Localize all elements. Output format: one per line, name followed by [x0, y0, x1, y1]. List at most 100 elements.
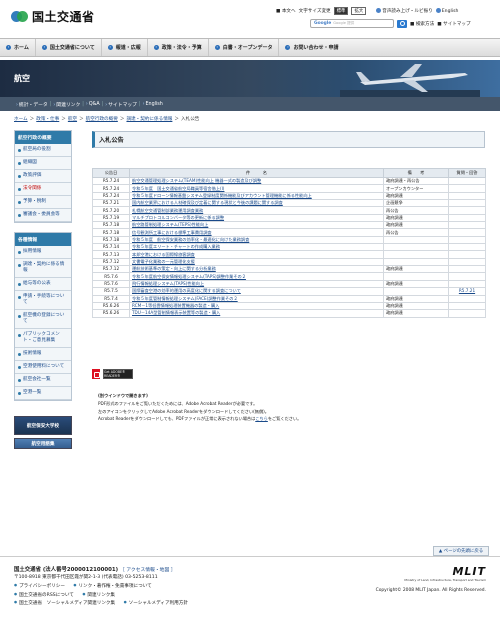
breadcrumb-home[interactable]: ホーム — [14, 116, 28, 122]
sidebar-item-salary[interactable]: 給与等の公表 — [15, 278, 71, 291]
adobe-reader-badge[interactable]: Get ADOBE® READER® — [92, 369, 133, 379]
cell-title-link[interactable]: マルチプロトコルコンバータ等の更新に係る調整 — [132, 215, 224, 220]
footer-link-rss[interactable]: 国土交通省のRSSについて — [14, 591, 74, 600]
breadcrumb-policy[interactable]: 政策・仕事 — [36, 116, 59, 122]
cell-title: RCM－1等低雲情報処理装置機器の製造・購入 — [129, 301, 384, 311]
cell-title-link[interactable]: 文書電子化業務の一元管理化支援 — [132, 259, 195, 264]
footer-link-related[interactable]: 関連リンク集 — [82, 591, 115, 600]
banner-aviation-safety-college[interactable]: 航空保安大学校 — [14, 416, 72, 435]
sidebar-item-recruit[interactable]: 採用情報 — [15, 246, 71, 259]
sidebar-item-org[interactable]: 組織図 — [15, 157, 71, 170]
subnav-qa[interactable]: Q&A — [84, 102, 102, 107]
cell-qa — [448, 243, 486, 252]
subnav-sitemap[interactable]: サイトマップ — [103, 101, 139, 108]
breadcrumb-aviation[interactable]: 航空 — [68, 116, 77, 122]
cell-title-link[interactable]: 令和５年度航空保安情報処理システム(TAPS)調整作業その２ — [132, 274, 246, 279]
sitemap-link[interactable]: ■ サイトマップ — [437, 21, 470, 27]
text-size-large-button[interactable]: 拡大 — [351, 7, 367, 15]
subnav-english[interactable]: English — [141, 102, 165, 107]
note-here-link[interactable]: こちら — [255, 416, 268, 421]
sidebar-item-airport-fees[interactable]: 空港使用料について — [15, 361, 71, 374]
cell-title-link[interactable]: 航空路管制処理システム(TEPS)性能向上 — [132, 223, 208, 228]
skip-to-content-link[interactable]: ■ 本文へ — [276, 8, 296, 14]
search-button[interactable] — [397, 19, 407, 28]
cell-title-link[interactable]: RCM－1等低雲情報処理装置機器の製造・購入 — [132, 303, 219, 308]
search-input[interactable]: Google Google 提供 — [310, 19, 394, 28]
cell-qa — [448, 235, 486, 245]
sidebar-item-tech[interactable]: 技術情報 — [15, 348, 71, 361]
cell-qa — [448, 250, 486, 259]
table-row: R5.7.12 文書電子化業務の一元管理化支援 — [92, 257, 486, 267]
cell-note: 政府調達 — [383, 301, 449, 311]
gnav-contact[interactable]: › お問い合わせ・申請 — [279, 39, 344, 56]
column-header: 質問・回答 — [448, 168, 486, 178]
site-logo[interactable]: 国土交通省 — [11, 8, 95, 25]
arrow-right-icon: › — [6, 45, 11, 50]
sidebar-item-applications[interactable]: 申請・手続等について — [15, 291, 71, 310]
section-title: 航空 — [14, 74, 30, 83]
gnav-home[interactable]: › ホーム — [0, 39, 36, 56]
cell-title-link[interactable]: 国内航空業界における人材確保及び定着に関する現状と今後の課題に関する調査 — [132, 201, 283, 206]
breadcrumb-overview[interactable]: 航空行政の概要 — [86, 116, 118, 122]
gnav-whitepaper[interactable]: › 白書・オープンデータ — [209, 39, 280, 56]
cell-title-link[interactable]: 信号観測所工事における標準工事費用調査 — [132, 230, 212, 235]
cell-title-link[interactable]: 航空交通管理処理システム(TEAM)性能向上 機器一式の製造及び調整 — [132, 179, 261, 184]
cell-title-link[interactable]: 令和５年度管制情報処理システム(FACE)調整作業その２ — [132, 296, 238, 301]
sidebar-item-airports[interactable]: 空港一覧 — [15, 387, 71, 400]
sidebar-item-procurement[interactable]: 調達・契約に係る情報 — [15, 259, 71, 278]
search-method-link[interactable]: ■ 検索方法 — [410, 21, 434, 27]
table-row: R5.7.6 飛行情報処理システム(TAPS)性能向上 政府調達 — [92, 279, 486, 289]
cell-title-link[interactable]: 令和５年度 航空保安業務の効率化・最適化に向けた業務調査 — [132, 237, 249, 242]
sidebar-item-council[interactable]: 審議会・委員会等 — [15, 209, 71, 222]
cell-title-link[interactable]: 国際審査空港の効率的運用の高度化に関する調査について — [132, 289, 241, 294]
sidebar-heading: 各種情報 — [15, 233, 71, 246]
footer-link-social[interactable]: 国土交通省 ソーシャルメディア関連リンク集 — [14, 599, 115, 608]
cell-date: R5.7.6 — [92, 272, 130, 281]
cell-note — [383, 243, 449, 252]
cell-qa — [448, 176, 486, 186]
page-top-button[interactable]: ▲ ページの先頭に戻る — [433, 546, 489, 556]
footer-link-privacy[interactable]: プライバシーポリシー — [14, 582, 65, 591]
access-link[interactable]: ［ アクセス情報・地図 ］ — [120, 568, 176, 573]
cell-date: R5.6.26 — [92, 301, 130, 311]
sidebar: 航空行政の概要 航空局の役割 組織図 政策評価 法令関係 予算・税制 審議会・委… — [14, 130, 72, 449]
sidebar-item-registration[interactable]: 航空機の登録について — [15, 310, 71, 329]
cell-date: R5.7.6 — [92, 279, 130, 289]
sidebar-item-public-comment[interactable]: パブリックコメント・ご意見募集 — [15, 329, 71, 348]
cell-title-link[interactable]: 飛行情報処理システム(TAPS)性能向上 — [132, 281, 204, 286]
cell-note: 政府調達 — [383, 265, 449, 274]
cell-date: R5.7.24 — [92, 191, 130, 201]
banner-aviation-glossary[interactable]: 航空用語集 — [14, 438, 72, 449]
subnav-links[interactable]: 関連リンク — [51, 101, 82, 108]
sidebar-item-evaluation[interactable]: 政策評価 — [15, 170, 71, 183]
sidebar-item-law[interactable]: 法令関係 — [15, 183, 71, 196]
cell-note — [383, 250, 449, 259]
footer-link-copyright[interactable]: リンク・著作権・免責事項について — [73, 582, 151, 591]
gnav-press[interactable]: › 報道・広報 — [102, 39, 148, 56]
sidebar-item-role[interactable]: 航空局の役割 — [15, 144, 71, 157]
cell-qa — [448, 279, 486, 289]
breadcrumb-procurement[interactable]: 調達・契約に係る情報 — [126, 116, 172, 122]
speaker-icon — [376, 8, 382, 13]
english-link[interactable]: English — [435, 8, 458, 14]
cell-title-link[interactable]: TDU－14A型管制情報表示装置等の製造・購入 — [132, 311, 220, 316]
cell-title: 令和５年度エリート・チャートの作成購入業務 — [129, 243, 384, 252]
subnav-statistics[interactable]: 統計・データ — [14, 101, 50, 108]
cell-qa-link[interactable]: R5.7.21 — [459, 289, 475, 294]
cell-title-link[interactable]: 令和５年度ドローン情報基盤システム登録制度関係機能及びアカウント管理機能に係る性… — [132, 193, 312, 198]
text-size-normal-button[interactable]: 標準 — [333, 7, 349, 15]
cell-title: 飛行情報処理システム(TAPS)性能向上 — [129, 279, 384, 289]
table-row: R5.7.4 令和５年度管制情報処理システム(FACE)調整作業その２ 政府調達 — [92, 294, 486, 303]
cell-title-link[interactable]: 札幌航空交通管制部業務運用調査業務 — [132, 208, 203, 213]
footer-link-social-policy[interactable]: ソーシャルメディア利用方針 — [124, 599, 188, 608]
sidebar-item-budget[interactable]: 予算・税制 — [15, 196, 71, 209]
gnav-about[interactable]: › 国土交通省について — [36, 39, 102, 56]
voice-reading-link[interactable]: 音声読み上げ・ルビ振り — [376, 8, 433, 14]
gnav-policy[interactable]: › 政策・法令・予算 — [148, 39, 209, 56]
cell-title-link[interactable]: 運航技術基準の策定・向上に関する分析業務 — [132, 267, 216, 272]
sidebar-item-airlines[interactable]: 航空会社一覧 — [15, 374, 71, 387]
cell-title-link[interactable]: 本邦空港における国際線旅客調査 — [132, 252, 195, 257]
cell-date: R5.7.21 — [92, 199, 130, 208]
cell-title-link[interactable]: 令和５年度 国土交通省航空局職員等宿舎借上(Ⅰ) — [132, 186, 224, 191]
cell-title-link[interactable]: 令和５年度エリート・チャートの作成購入業務 — [132, 245, 220, 250]
